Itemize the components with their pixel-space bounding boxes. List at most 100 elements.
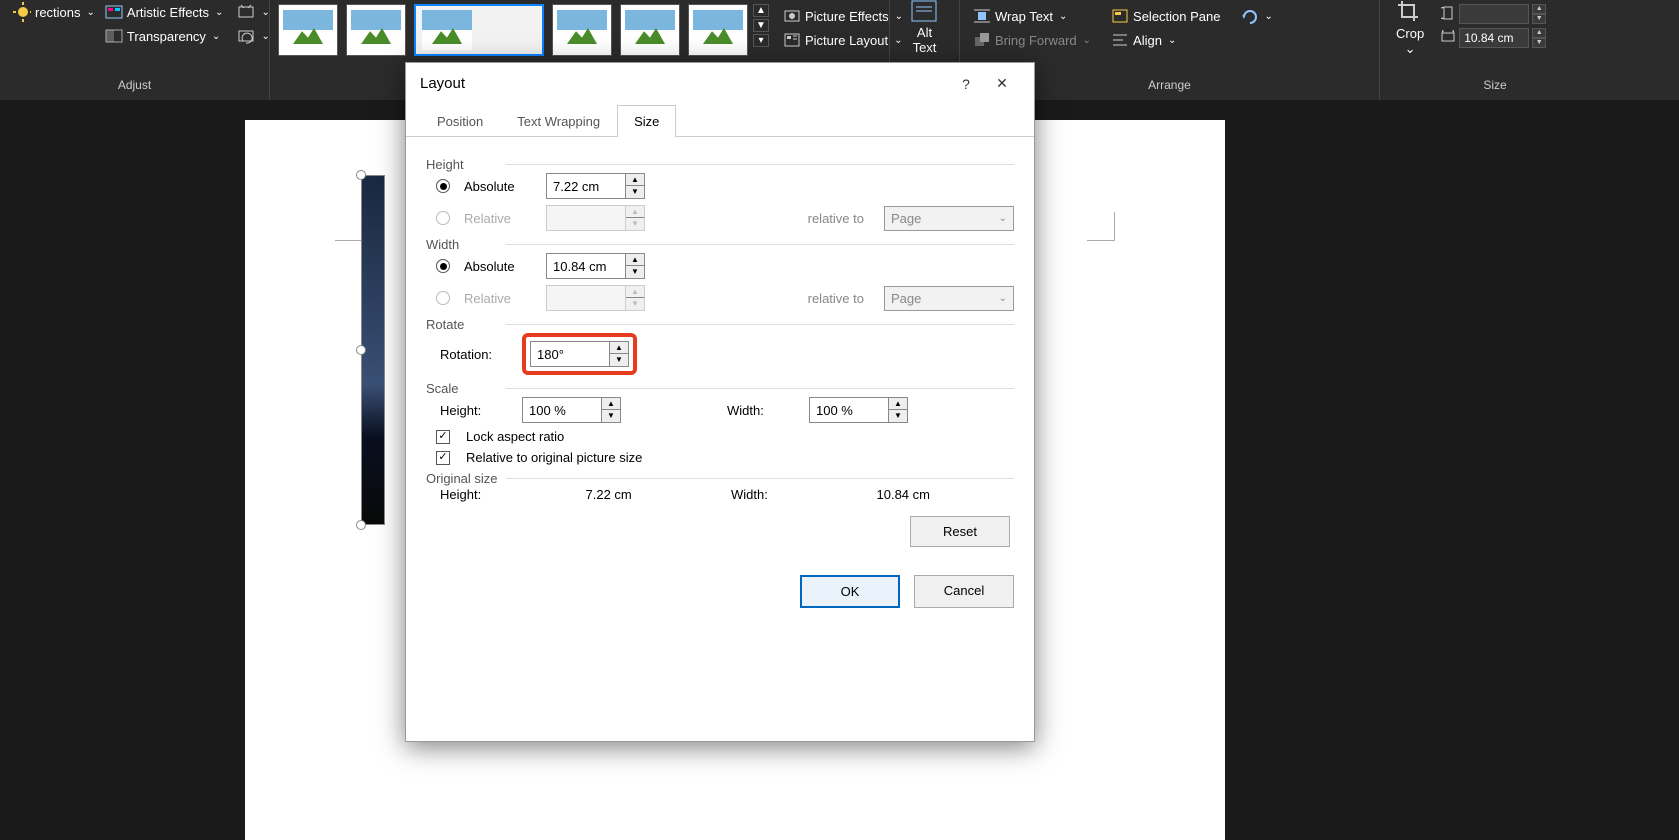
scale-width-input[interactable] <box>810 398 888 422</box>
tab-position[interactable]: Position <box>420 105 500 137</box>
selection-pane-button[interactable]: Selection Pane <box>1106 4 1225 28</box>
spin-down[interactable]: ▼ <box>610 354 628 366</box>
height-relative-radio[interactable] <box>436 211 450 225</box>
chevron-down-icon: ⌄ <box>1405 41 1416 57</box>
width-relative-label: Relative <box>464 291 538 306</box>
spin-up[interactable]: ▲ <box>889 398 907 410</box>
width-relative-radio[interactable] <box>436 291 450 305</box>
spin-up[interactable]: ▲ <box>626 254 644 266</box>
gallery-scroll-up[interactable]: ▲ <box>752 3 770 18</box>
height-absolute-spinner[interactable]: ▲▼ <box>546 173 645 199</box>
adjust-group-label: Adjust <box>8 78 261 96</box>
width-input-wrap: ▲▼ <box>1440 28 1546 48</box>
corrections-button[interactable]: rections ⌄ <box>8 0 100 24</box>
width-absolute-label: Absolute <box>464 259 538 274</box>
height-relative-label: Relative <box>464 211 538 226</box>
height-input[interactable] <box>1459 4 1529 24</box>
scale-height-spinner[interactable]: ▲▼ <box>522 397 621 423</box>
scale-height-input[interactable] <box>523 398 601 422</box>
spin-up[interactable]: ▲ <box>602 398 620 410</box>
gallery-scroll-down[interactable]: ▼ <box>752 18 770 33</box>
ok-button[interactable]: OK <box>800 575 900 608</box>
corrections-label: rections <box>35 5 81 20</box>
artistic-effects-button[interactable]: Artistic Effects ⌄ <box>100 0 229 24</box>
effects-icon <box>783 7 801 25</box>
relative-original-checkbox[interactable] <box>436 451 450 465</box>
orig-width-value: 10.84 cm <box>877 487 1015 502</box>
crop-label: Crop <box>1396 26 1424 41</box>
picture-styles-gallery[interactable] <box>278 0 748 56</box>
crop-button[interactable]: Crop ⌄ <box>1388 0 1432 55</box>
rotate-button[interactable]: ⌄ <box>1235 4 1277 28</box>
chevron-down-icon: ⌄ <box>1264 11 1272 22</box>
more-icon: ▾ <box>753 34 769 47</box>
height-icon <box>1440 5 1456 24</box>
scale-width-spinner[interactable]: ▲▼ <box>809 397 908 423</box>
transparency-icon <box>105 27 123 45</box>
reset-icon <box>237 27 255 45</box>
artistic-icon <box>105 3 123 21</box>
height-absolute-input[interactable] <box>547 174 625 198</box>
help-button[interactable]: ? <box>948 76 984 92</box>
reset-button[interactable]: Reset <box>910 516 1010 547</box>
scale-width-label: Width: <box>727 403 801 418</box>
spin-down[interactable]: ▼ <box>889 410 907 422</box>
width-absolute-radio[interactable] <box>436 259 450 273</box>
spin-down[interactable]: ▼ <box>602 410 620 422</box>
style-thumb[interactable] <box>346 4 406 56</box>
width-relto-value: Page <box>891 291 921 306</box>
chevron-down-icon: ⌄ <box>261 7 269 18</box>
width-input[interactable] <box>1459 28 1529 48</box>
chevron-down-icon: ⌄ <box>999 213 1007 224</box>
spinner[interactable]: ▲▼ <box>1532 28 1546 48</box>
artistic-label: Artistic Effects <box>127 5 209 20</box>
height-relative-input <box>547 206 625 230</box>
alt-text-label-1: Alt <box>917 25 932 40</box>
wrap-text-button[interactable]: Wrap Text ⌄ <box>968 4 1096 28</box>
chevron-down-icon: ▼ <box>753 19 769 32</box>
height-absolute-radio[interactable] <box>436 179 450 193</box>
style-thumb[interactable] <box>552 4 612 56</box>
reset-picture-button[interactable]: ⌄ <box>232 24 274 48</box>
rotation-input[interactable] <box>531 342 609 366</box>
alt-text-icon <box>911 0 939 25</box>
picture-layout-button[interactable]: Picture Layout ⌄ <box>778 28 908 52</box>
spin-up[interactable]: ▲ <box>626 174 644 186</box>
tab-text-wrapping[interactable]: Text Wrapping <box>500 105 617 137</box>
style-thumb[interactable] <box>620 4 680 56</box>
style-thumb[interactable] <box>688 4 748 56</box>
width-absolute-spinner[interactable]: ▲▼ <box>546 253 645 279</box>
chevron-down-icon: ⌄ <box>212 31 220 42</box>
alt-text-button[interactable]: Alt Text <box>898 0 951 55</box>
close-button[interactable]: ✕ <box>984 75 1020 92</box>
bring-forward-button[interactable]: Bring Forward ⌄ <box>968 28 1096 52</box>
bring-forward-icon <box>973 31 991 49</box>
style-thumb-selected[interactable] <box>414 4 544 56</box>
resize-handle[interactable] <box>356 520 366 530</box>
align-button[interactable]: Align ⌄ <box>1106 28 1225 52</box>
compress-pictures-button[interactable]: ⌄ <box>232 0 274 24</box>
width-absolute-input[interactable] <box>547 254 625 278</box>
width-relative-input <box>547 286 625 310</box>
transparency-button[interactable]: Transparency ⌄ <box>100 24 229 48</box>
spin-down[interactable]: ▼ <box>626 186 644 198</box>
chevron-up-icon: ▲ <box>753 4 769 17</box>
picture-effects-button[interactable]: Picture Effects ⌄ <box>778 4 908 28</box>
gallery-more[interactable]: ▾ <box>752 33 770 48</box>
style-thumb[interactable] <box>278 4 338 56</box>
orig-height-label: Height: <box>440 487 578 502</box>
spinner[interactable]: ▲▼ <box>1532 4 1546 24</box>
resize-handle[interactable] <box>356 170 366 180</box>
resize-handle[interactable] <box>356 345 366 355</box>
width-icon <box>1440 29 1456 48</box>
transparency-label: Transparency <box>127 29 206 44</box>
tab-size[interactable]: Size <box>617 105 676 137</box>
cancel-button[interactable]: Cancel <box>914 575 1014 608</box>
rotation-spinner[interactable]: ▲▼ <box>530 341 629 367</box>
selection-pane-icon <box>1111 7 1129 25</box>
spin-down[interactable]: ▼ <box>626 266 644 278</box>
lock-aspect-checkbox[interactable] <box>436 430 450 444</box>
size-group-label: Size <box>1388 78 1602 96</box>
chevron-down-icon: ⌄ <box>1083 35 1091 46</box>
spin-up[interactable]: ▲ <box>610 342 628 354</box>
